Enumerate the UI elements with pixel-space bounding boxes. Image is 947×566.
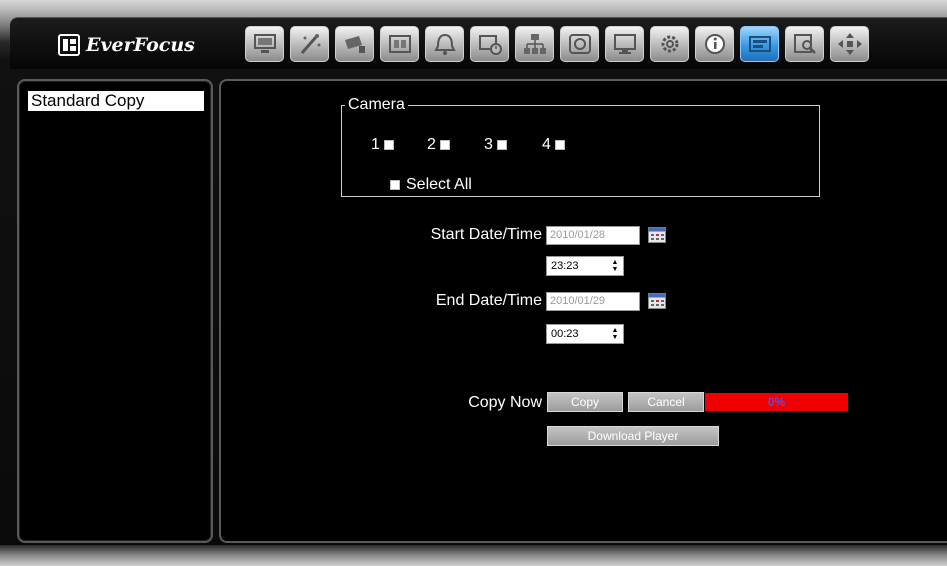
- search-icon: [793, 34, 816, 54]
- camera-2-checkbox[interactable]: [439, 140, 450, 150]
- end-calendar-icon[interactable]: [648, 293, 666, 309]
- select-all-row: Select All: [390, 176, 472, 194]
- disk-button[interactable]: [560, 26, 599, 62]
- copy-progress-bar: 0%: [705, 393, 848, 411]
- camera-3-checkbox[interactable]: [496, 140, 507, 150]
- camera-channel-3: 3: [484, 136, 507, 154]
- network-icon: [523, 34, 546, 54]
- end-time-spin[interactable]: ▲ ▼: [611, 327, 619, 341]
- camera-channel-label: 4: [542, 136, 551, 153]
- spin-up-icon[interactable]: ▲: [612, 259, 619, 266]
- header-bar: EverFocus: [10, 17, 947, 69]
- copy-now-label: Copy Now: [468, 394, 542, 411]
- download-player-button[interactable]: Download Player: [547, 426, 719, 446]
- wizard-button[interactable]: [290, 26, 329, 62]
- logo-text: EverFocus: [86, 34, 195, 56]
- end-date-field[interactable]: 2010/01/29: [546, 292, 640, 311]
- camera-channel-4: 4: [542, 136, 565, 154]
- start-time-value: 23:23: [551, 260, 579, 272]
- copy-button[interactable]: Copy: [547, 392, 623, 412]
- end-datetime-label: End Date/Time: [435, 292, 542, 309]
- backup-icon: [748, 36, 771, 52]
- ptz-button[interactable]: [830, 26, 869, 62]
- monitor-button[interactable]: [245, 26, 284, 62]
- disk-icon: [568, 34, 591, 54]
- display-button[interactable]: [605, 26, 644, 62]
- start-calendar-icon[interactable]: [648, 227, 666, 243]
- logo-mark-icon: [58, 34, 80, 56]
- everfocus-logo: EverFocus: [58, 33, 195, 57]
- ptz-icon: [837, 33, 862, 55]
- start-time-stepper[interactable]: 23:23 ▲ ▼: [546, 256, 624, 276]
- display-icon: [613, 34, 636, 54]
- schedule-icon: [478, 35, 502, 55]
- start-datetime-label: Start Date/Time: [430, 226, 542, 243]
- settings-button[interactable]: [650, 26, 689, 62]
- start-date-field[interactable]: 2010/01/28: [546, 226, 640, 245]
- film-button[interactable]: [380, 26, 419, 62]
- select-all-checkbox[interactable]: [390, 180, 400, 190]
- camera-legend: Camera: [345, 96, 408, 114]
- spin-down-icon[interactable]: ▼: [612, 334, 619, 341]
- wizard-icon: [300, 34, 320, 54]
- alarm-button[interactable]: [425, 26, 464, 62]
- camera-channel-label: 3: [484, 136, 493, 153]
- sidebar-panel: Standard Copy: [17, 79, 213, 543]
- camera-channel-2: 2: [427, 136, 450, 154]
- monitor-icon: [253, 34, 276, 53]
- bell-icon: [433, 33, 456, 55]
- gear-icon: [661, 35, 678, 53]
- camera-icon: [344, 36, 365, 53]
- start-time-spin[interactable]: ▲ ▼: [611, 259, 619, 273]
- end-time-stepper[interactable]: 00:23 ▲ ▼: [546, 324, 624, 344]
- info-icon: [704, 34, 725, 54]
- camera-channel-1: 1: [371, 136, 394, 154]
- camera-channel-label: 1: [371, 136, 380, 153]
- backup-button[interactable]: [740, 26, 779, 62]
- camera-channel-label: 2: [427, 136, 436, 153]
- end-time-value: 00:23: [551, 328, 579, 340]
- search-button[interactable]: [785, 26, 824, 62]
- info-button[interactable]: [695, 26, 734, 62]
- camera-4-checkbox[interactable]: [554, 140, 565, 150]
- spin-down-icon[interactable]: ▼: [612, 266, 619, 273]
- film-icon: [388, 35, 411, 53]
- spin-up-icon[interactable]: ▲: [612, 327, 619, 334]
- camera-button[interactable]: [335, 26, 374, 62]
- select-all-label: Select All: [406, 176, 472, 193]
- window-bottom-edge: [0, 545, 947, 566]
- schedule-button[interactable]: [470, 26, 509, 62]
- network-button[interactable]: [515, 26, 554, 62]
- camera-1-checkbox[interactable]: [383, 140, 394, 150]
- sidebar-item-standard-copy[interactable]: Standard Copy: [28, 91, 204, 111]
- main-toolbar: [245, 26, 869, 62]
- cancel-button[interactable]: Cancel: [628, 392, 704, 412]
